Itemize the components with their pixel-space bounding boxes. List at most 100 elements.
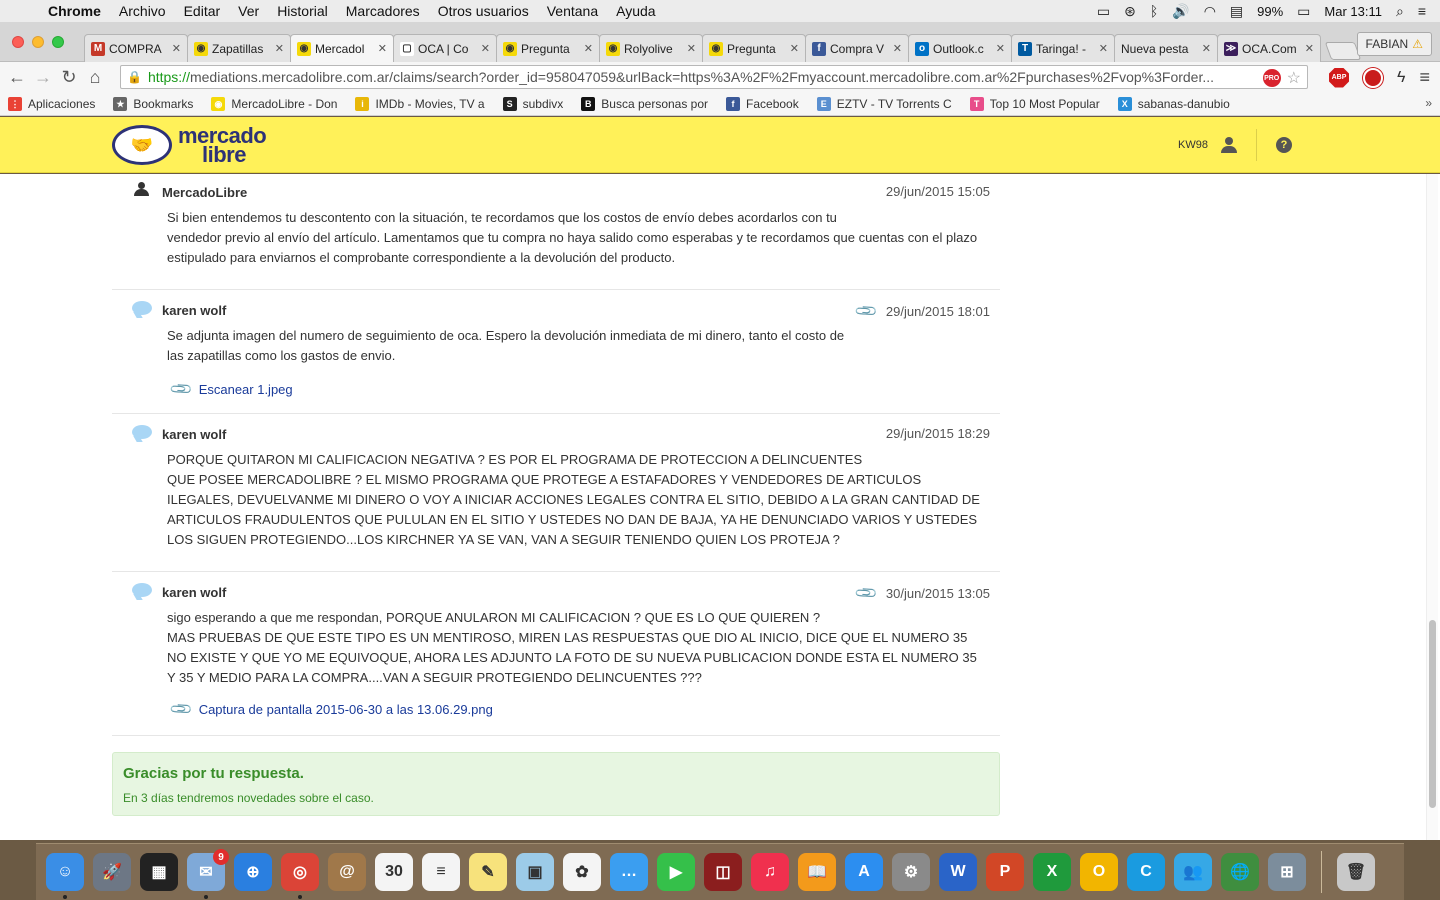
activity-monitor-icon[interactable]: ▦ xyxy=(140,853,178,891)
preview-icon[interactable]: ▣ xyxy=(516,853,554,891)
browser-tab[interactable]: ◉ Pregunta ✕ xyxy=(496,34,600,62)
bookmark-item[interactable]: Ssubdivx xyxy=(502,96,563,111)
airplay-icon[interactable]: ▭ xyxy=(1097,3,1110,20)
mail-icon[interactable]: ✉ 9 xyxy=(187,849,229,899)
notification-center-icon[interactable]: ≡ xyxy=(1418,3,1426,19)
menu-historial[interactable]: Historial xyxy=(277,3,328,19)
tab-close-icon[interactable]: ✕ xyxy=(172,42,181,55)
menu-otros-usuarios[interactable]: Otros usuarios xyxy=(438,3,529,19)
mercadolibre-logo[interactable]: 🤝 mercado libre xyxy=(112,125,267,166)
bookmark-item[interactable]: ⋮ Aplicaciones xyxy=(8,96,95,111)
tab-close-icon[interactable]: ✕ xyxy=(1202,42,1211,55)
browser-tab[interactable]: ≫ OCA.Com ✕ xyxy=(1217,34,1321,62)
bookmark-item[interactable]: ◉ MercadoLibre - Don xyxy=(211,96,337,111)
outlook-icon[interactable]: O xyxy=(1080,853,1118,891)
spotlight-search-icon[interactable]: ⌕ xyxy=(1396,3,1404,20)
browser-tab[interactable]: f Compra V ✕ xyxy=(805,34,909,62)
bookmark-item[interactable]: E EZTV - TV Torrents C xyxy=(816,96,952,111)
skype-icon[interactable]: C xyxy=(1127,853,1165,891)
trash-icon[interactable]: 🗑 xyxy=(1337,853,1375,891)
browser-tab[interactable]: ◉ Zapatillas ✕ xyxy=(187,34,291,62)
calendar-icon[interactable]: 30 xyxy=(375,853,413,891)
bluetooth-icon[interactable]: ᛒ xyxy=(1150,3,1158,19)
more-bookmarks-icon[interactable]: » xyxy=(1425,96,1432,110)
itunes-icon[interactable]: ♫ xyxy=(751,853,789,891)
ublock-icon[interactable] xyxy=(1363,67,1384,88)
help-icon[interactable]: ? xyxy=(1276,137,1292,153)
tab-close-icon[interactable]: ✕ xyxy=(1099,42,1108,55)
attachment-link[interactable]: Captura de pantalla 2015-06-30 a las 13.… xyxy=(199,702,493,717)
new-tab-button[interactable] xyxy=(1324,42,1362,60)
messenger-icon[interactable]: 👥 xyxy=(1174,853,1212,891)
bookmark-item[interactable]: ★ Bookmarks xyxy=(113,96,193,111)
browser-tab[interactable]: T Taringa! - ✕ xyxy=(1011,34,1115,62)
browser-tab[interactable]: ◉ Mercadol ✕ xyxy=(290,34,394,62)
battery-icon[interactable]: ▭ xyxy=(1297,3,1310,20)
menu-marcadores[interactable]: Marcadores xyxy=(346,3,420,19)
tab-close-icon[interactable]: ✕ xyxy=(275,42,284,55)
contacts-icon[interactable]: @ xyxy=(328,853,366,891)
app-store-icon[interactable]: A xyxy=(845,853,883,891)
menu-app-name[interactable]: Chrome xyxy=(48,3,101,19)
excel-icon[interactable]: X xyxy=(1033,853,1071,891)
reminders-icon[interactable]: ≡ xyxy=(422,853,460,891)
tab-close-icon[interactable]: ✕ xyxy=(790,42,799,55)
finder-icon[interactable]: ☺ xyxy=(46,853,84,899)
adblock-plus-icon[interactable]: ABP xyxy=(1329,67,1350,88)
tab-close-icon[interactable]: ✕ xyxy=(687,42,696,55)
bookmark-star-icon[interactable]: ☆ xyxy=(1287,68,1301,88)
tab-close-icon[interactable]: ✕ xyxy=(893,42,902,55)
ibooks-icon[interactable]: 📖 xyxy=(798,853,836,891)
wifi-icon[interactable]: ◠ xyxy=(1204,3,1216,20)
menu-ver[interactable]: Ver xyxy=(238,3,259,19)
browser-tab[interactable]: M COMPRA ✕ xyxy=(84,34,188,62)
menu-ventana[interactable]: Ventana xyxy=(547,3,598,19)
pro-extension-icon[interactable]: PRO xyxy=(1262,69,1281,87)
bookmark-item[interactable]: B Busca personas por xyxy=(581,96,708,111)
safari-icon[interactable]: ⊕ xyxy=(234,853,272,891)
browser-tab[interactable]: o Outlook.c ✕ xyxy=(908,34,1012,62)
volume-icon[interactable]: 🔊 xyxy=(1172,3,1189,20)
home-icon[interactable]: ⌂ xyxy=(82,67,108,88)
clock[interactable]: Mar 13:11 xyxy=(1324,4,1382,19)
accessibility-icon[interactable]: ⊛ xyxy=(1124,3,1136,20)
tab-close-icon[interactable]: ✕ xyxy=(481,42,490,55)
photo-booth-icon[interactable]: ◫ xyxy=(704,853,742,891)
tab-close-icon[interactable]: ✕ xyxy=(996,42,1005,55)
reload-icon[interactable]: ↻ xyxy=(56,67,82,88)
lightning-extension-icon[interactable]: ϟ xyxy=(1397,69,1405,87)
address-bar[interactable]: 🔒 https://mediations.mercadolibre.com.ar… xyxy=(120,65,1308,89)
browser-tab[interactable]: ◉ Rolyolive ✕ xyxy=(599,34,703,62)
browser-tab[interactable]: ◉ Pregunta ✕ xyxy=(702,34,806,62)
powerpoint-icon[interactable]: P xyxy=(986,853,1024,891)
back-arrow-icon[interactable]: ← xyxy=(4,67,30,88)
remote-desktop-icon[interactable]: ⊞ xyxy=(1268,853,1306,891)
scrollbar-thumb[interactable] xyxy=(1429,620,1436,808)
tab-close-icon[interactable]: ✕ xyxy=(1305,42,1314,55)
bookmark-item[interactable]: T Top 10 Most Popular xyxy=(969,96,1100,111)
battery-percent[interactable]: 99% xyxy=(1257,4,1283,19)
chrome-icon[interactable]: ◎ xyxy=(281,853,319,899)
messages-icon[interactable]: … xyxy=(610,853,648,891)
page-scrollbar[interactable] xyxy=(1426,174,1438,840)
tab-close-icon[interactable]: ✕ xyxy=(378,42,387,55)
menu-editar[interactable]: Editar xyxy=(184,3,221,19)
menu-ayuda[interactable]: Ayuda xyxy=(616,3,655,19)
zoom-window-button[interactable] xyxy=(52,36,64,48)
menu-archivo[interactable]: Archivo xyxy=(119,3,166,19)
browser-tab[interactable]: Nueva pesta ✕ xyxy=(1114,34,1218,62)
minimize-window-button[interactable] xyxy=(32,36,44,48)
chrome-menu-icon[interactable]: ≡ xyxy=(1419,67,1430,88)
attachment-link[interactable]: Escanear 1.jpeg xyxy=(199,382,293,397)
bookmark-item[interactable]: i IMDb - Movies, TV a xyxy=(355,96,485,111)
profile-button[interactable]: FABIAN ⚠ xyxy=(1356,32,1432,56)
system-preferences-icon[interactable]: ⚙ xyxy=(892,853,930,891)
browser-tab[interactable]: ▢ OCA | Co ✕ xyxy=(393,34,497,62)
launchpad-icon[interactable]: 🚀 xyxy=(93,853,131,891)
flag-icon[interactable]: ▤ xyxy=(1230,3,1243,20)
facetime-icon[interactable]: ▶ xyxy=(657,853,695,891)
bookmark-item[interactable]: Xsabanas-danubio xyxy=(1117,96,1230,111)
photos-icon[interactable]: ✿ xyxy=(563,853,601,891)
tab-close-icon[interactable]: ✕ xyxy=(584,42,593,55)
word-icon[interactable]: W xyxy=(939,853,977,891)
